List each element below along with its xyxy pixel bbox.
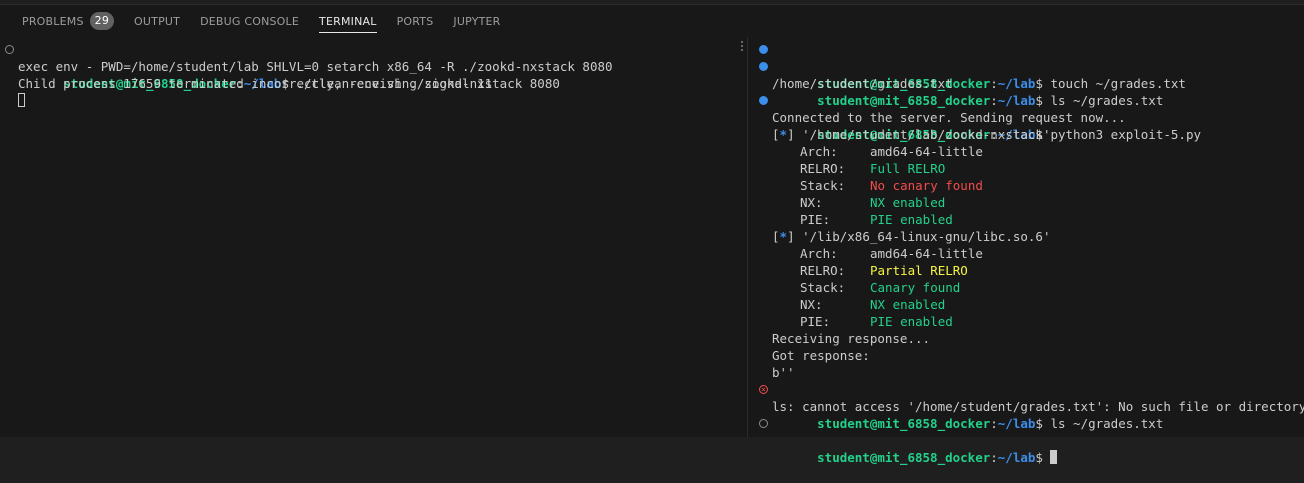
checksec-value: amd64-64-little bbox=[870, 144, 983, 159]
output-text: Child process 17659 terminated incorrect… bbox=[18, 76, 493, 91]
binary-path: '/home/student/lab/zookd-nxstack' bbox=[802, 127, 1051, 142]
checksec-value: NX enabled bbox=[870, 297, 946, 312]
command-success-icon[interactable] bbox=[759, 62, 768, 71]
command-success-icon[interactable] bbox=[759, 96, 768, 105]
checksec-label: RELRO: bbox=[800, 161, 846, 176]
terminal-line: student@mit_6858_docker:~/lab$ bbox=[754, 415, 1304, 465]
checksec-row: Arch: amd64-64-little bbox=[754, 143, 1304, 160]
terminal-line: student@mit_6858_docker:~/lab$ python3 e… bbox=[754, 92, 1304, 142]
problems-count-badge: 29 bbox=[89, 12, 115, 30]
checksec-row: Arch: amd64-64-little bbox=[754, 245, 1304, 262]
checksec-row: Stack: Canary found bbox=[754, 279, 1304, 296]
error-text: ls: cannot access '/home/student/grades.… bbox=[772, 399, 1304, 414]
tab-ports-label: PORTS bbox=[396, 14, 434, 28]
prompt-colon: : bbox=[990, 450, 998, 465]
checksec-value: PIE enabled bbox=[870, 212, 953, 227]
output-text: exec env - PWD=/home/student/lab SHLVL=0… bbox=[18, 59, 613, 74]
terminal-panel: student@mit_6858_docker:~/lab$ ./clean-e… bbox=[0, 37, 1304, 465]
terminal-line bbox=[0, 92, 736, 109]
tab-problems[interactable]: PROBLEMS 29 bbox=[12, 5, 124, 37]
checksec-value: No canary found bbox=[870, 178, 983, 193]
tab-problems-label: PROBLEMS bbox=[22, 14, 84, 28]
output-text: Got response: bbox=[772, 348, 870, 363]
terminal-line: student@mit_6858_docker:~/lab$ touch ~/g… bbox=[754, 41, 1304, 91]
checksec-label: Stack: bbox=[800, 280, 846, 295]
terminal-line: Connected to the server. Sending request… bbox=[754, 109, 1304, 126]
output-text: b'' bbox=[772, 365, 795, 380]
tab-terminal-label: TERMINAL bbox=[319, 14, 377, 28]
command-decoration-icon[interactable] bbox=[5, 45, 14, 54]
tab-jupyter-label: JUPYTER bbox=[453, 14, 501, 28]
tab-jupyter[interactable]: JUPYTER bbox=[443, 5, 510, 37]
terminal-line: ls: cannot access '/home/student/grades.… bbox=[754, 398, 1304, 415]
terminal-line: Got response: bbox=[754, 347, 1304, 364]
checksec-row: NX: NX enabled bbox=[754, 194, 1304, 211]
checksec-label: PIE: bbox=[800, 212, 831, 227]
prompt-user-host: student@mit_6858_docker bbox=[817, 450, 991, 465]
tab-debug-console[interactable]: DEBUG CONSOLE bbox=[190, 5, 309, 37]
panel-tab-bar: PROBLEMS 29 OUTPUT DEBUG CONSOLE TERMINA… bbox=[0, 5, 1304, 37]
checksec-label: Arch: bbox=[800, 144, 838, 159]
tab-terminal[interactable]: TERMINAL bbox=[309, 5, 387, 37]
tab-ports[interactable]: PORTS bbox=[387, 5, 444, 37]
output-text: Receiving response... bbox=[772, 331, 931, 346]
checksec-value: Partial RELRO bbox=[870, 263, 968, 278]
terminal-right[interactable]: student@mit_6858_docker:~/lab$ touch ~/g… bbox=[754, 37, 1304, 465]
binary-path: '/lib/x86_64-linux-gnu/libc.so.6' bbox=[802, 229, 1051, 244]
terminal-line: × student@mit_6858_docker:~/lab$ ls ~/gr… bbox=[754, 381, 1304, 431]
info-star: * bbox=[779, 229, 788, 244]
info-star: * bbox=[779, 127, 788, 142]
checksec-value: amd64-64-little bbox=[870, 246, 983, 261]
checksec-value: NX enabled bbox=[870, 195, 946, 210]
terminal-line: student@mit_6858_docker:~/lab$ ls ~/grad… bbox=[754, 58, 1304, 108]
terminal-line: /home/student/grades.txt bbox=[754, 75, 1304, 92]
checksec-row: RELRO: Partial RELRO bbox=[754, 262, 1304, 279]
terminal-left[interactable]: student@mit_6858_docker:~/lab$ ./clean-e… bbox=[0, 37, 736, 437]
checksec-row: PIE: PIE enabled bbox=[754, 211, 1304, 228]
checksec-row: PIE: PIE enabled bbox=[754, 313, 1304, 330]
checksec-label: Stack: bbox=[800, 178, 846, 193]
terminal-line: b'' bbox=[754, 364, 1304, 381]
terminal-line: Receiving response... bbox=[754, 330, 1304, 347]
output-text: Connected to the server. Sending request… bbox=[772, 110, 1126, 125]
terminal-cursor bbox=[1050, 450, 1058, 464]
tab-output[interactable]: OUTPUT bbox=[124, 5, 190, 37]
checksec-row: NX: NX enabled bbox=[754, 296, 1304, 313]
checksec-value: PIE enabled bbox=[870, 314, 953, 329]
terminal-line: Child process 17659 terminated incorrect… bbox=[0, 75, 736, 92]
tab-output-label: OUTPUT bbox=[134, 14, 181, 28]
terminal-line: student@mit_6858_docker:~/lab$ ./clean-e… bbox=[0, 41, 736, 91]
terminal-cursor bbox=[18, 93, 25, 107]
tab-debug-console-label: DEBUG CONSOLE bbox=[200, 14, 300, 28]
checksec-value: Full RELRO bbox=[870, 161, 946, 176]
checksec-label: NX: bbox=[800, 297, 823, 312]
terminal-split-divider[interactable] bbox=[747, 37, 748, 437]
checksec-label: PIE: bbox=[800, 314, 831, 329]
terminal-line: [*] '/lib/x86_64-linux-gnu/libc.so.6' bbox=[772, 229, 1051, 244]
checksec-row: Stack: No canary found bbox=[754, 177, 1304, 194]
command-error-icon[interactable]: × bbox=[759, 385, 768, 394]
checksec-label: RELRO: bbox=[800, 263, 846, 278]
checksec-label: Arch: bbox=[800, 246, 838, 261]
prompt-path: ~/lab bbox=[997, 450, 1036, 465]
checksec-row: RELRO: Full RELRO bbox=[754, 160, 1304, 177]
terminal-line: exec env - PWD=/home/student/lab SHLVL=0… bbox=[0, 58, 736, 75]
prompt-dollar: $ bbox=[1035, 450, 1043, 465]
command-success-icon[interactable] bbox=[759, 45, 768, 54]
command-decoration-icon[interactable] bbox=[759, 419, 768, 428]
output-text: /home/student/grades.txt bbox=[772, 76, 953, 91]
checksec-label: NX: bbox=[800, 195, 823, 210]
split-drag-handle[interactable] bbox=[740, 40, 744, 52]
terminal-line: [*] '/home/student/lab/zookd-nxstack' bbox=[772, 127, 1051, 142]
checksec-value: Canary found bbox=[870, 280, 961, 295]
